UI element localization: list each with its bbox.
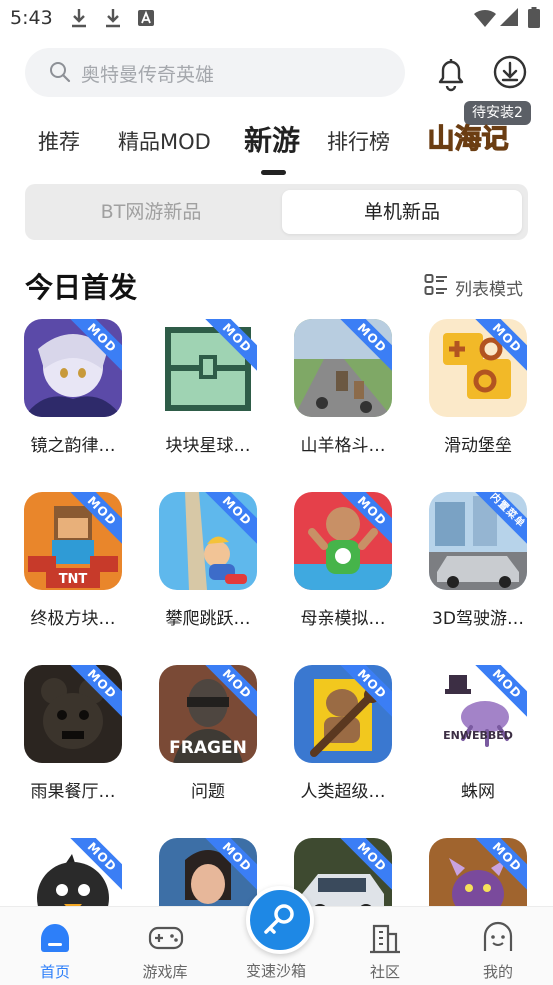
list-icon	[424, 274, 447, 295]
building-icon	[370, 924, 400, 954]
search-placeholder: 奥特曼传奇英雄	[81, 64, 215, 86]
game-name: 蛛网	[461, 782, 495, 802]
game-icon: ENWEBBED MOD	[429, 665, 527, 763]
game-name: 山羊格斗…	[300, 436, 386, 456]
nav-game-library[interactable]: 游戏库	[110, 907, 220, 985]
new-game-type-switch: BT网游新品 单机新品	[25, 184, 528, 240]
game-icon: MOD	[24, 665, 122, 763]
status-time: 5:43	[10, 7, 53, 29]
shanhaiji-logo: 山海记	[427, 123, 509, 155]
battery-icon	[528, 7, 540, 28]
nav-community[interactable]: 社区	[330, 907, 440, 985]
tab-new-games[interactable]: 新游	[244, 119, 300, 159]
game-icon: MOD	[294, 665, 392, 763]
game-name: 块块星球…	[165, 436, 251, 456]
signal-icon	[500, 8, 518, 26]
bell-icon[interactable]	[432, 54, 470, 92]
nav-community-label: 社区	[369, 963, 400, 981]
game-icon: MOD	[429, 319, 527, 417]
segment-single-player[interactable]: 单机新品	[282, 190, 522, 234]
game-icon: MOD	[159, 319, 257, 417]
game-name: 雨果餐厅…	[30, 782, 116, 802]
game-icon: MOD	[159, 492, 257, 590]
svg-text:FRAGEN: FRAGEN	[169, 738, 247, 758]
key-icon	[264, 904, 294, 934]
search-icon	[50, 62, 71, 83]
home-icon	[41, 924, 69, 952]
game-icon: TNT MOD	[24, 492, 122, 590]
section-title: 今日首发	[25, 271, 138, 304]
active-tab-indicator	[261, 170, 286, 175]
svg-text:TNT: TNT	[59, 572, 88, 587]
list-mode-toggle[interactable]: 列表模式	[424, 273, 523, 300]
svg-text:山海记: 山海记	[428, 124, 509, 155]
game-name: 滑动堡垒	[444, 436, 512, 456]
game-name: 终极方块…	[30, 609, 116, 629]
speed-sandbox-button[interactable]	[246, 886, 314, 954]
game-icon: MOD	[24, 319, 122, 417]
game-name: 人类超级…	[300, 782, 386, 802]
profile-icon	[483, 921, 513, 951]
nav-me[interactable]: 我的	[443, 907, 553, 985]
nav-speed-sandbox-label: 变速沙箱	[245, 962, 306, 980]
download-status-icon	[72, 9, 86, 28]
game-name: 问题	[191, 782, 225, 802]
nav-game-library-label: 游戏库	[142, 963, 188, 981]
tab-recommend[interactable]: 推荐	[38, 126, 80, 156]
game-icon: 内置菜单	[429, 492, 527, 590]
nav-me-label: 我的	[482, 963, 513, 981]
wifi-icon	[474, 9, 496, 27]
game-name: 攀爬跳跃…	[165, 609, 251, 629]
svg-text:ENWEBBED: ENWEBBED	[443, 729, 513, 742]
download-status-icon	[106, 9, 120, 28]
gamepad-icon	[148, 926, 184, 950]
game-icon: MOD	[294, 492, 392, 590]
nav-home[interactable]: 首页	[0, 907, 110, 985]
tab-ranking[interactable]: 排行榜	[327, 126, 390, 156]
status-bar: 5:43	[0, 0, 553, 36]
download-manager-icon[interactable]	[492, 54, 528, 90]
game-icon: MOD	[294, 319, 392, 417]
nav-home-label: 首页	[39, 963, 70, 981]
tab-featured-mod[interactable]: 精品MOD	[118, 126, 211, 156]
segment-bt-online[interactable]: BT网游新品	[25, 184, 277, 240]
game-name: 镜之韵律…	[30, 436, 116, 456]
game-name: 3D驾驶游…	[432, 609, 524, 629]
game-icon: FRAGEN MOD	[159, 665, 257, 763]
game-name: 母亲模拟…	[300, 609, 386, 629]
shanhaiji-logo-tab[interactable]: 山海记	[422, 118, 514, 158]
list-mode-label: 列表模式	[455, 280, 523, 300]
search-input[interactable]: 奥特曼传奇英雄	[25, 48, 405, 97]
app-status-icon	[138, 10, 154, 26]
